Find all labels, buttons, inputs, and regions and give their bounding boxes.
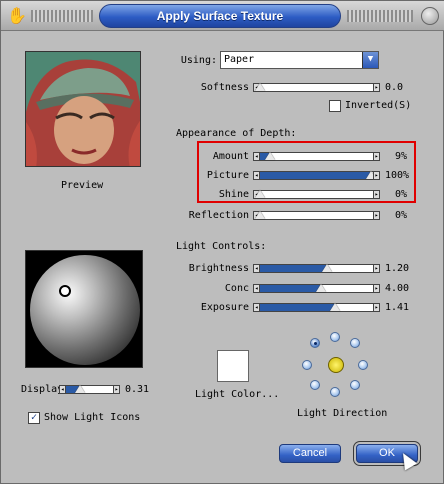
slider-right-arrow-icon[interactable]: ▸: [373, 211, 380, 220]
light-direction-button[interactable]: [330, 387, 340, 397]
light-direction-button[interactable]: [310, 338, 320, 348]
slider-right-arrow-icon[interactable]: ▸: [113, 385, 120, 394]
exposure-label: Exposure: [200, 302, 249, 313]
slider-left-arrow-icon[interactable]: ◂: [253, 303, 260, 312]
conc-label: Conc: [224, 283, 249, 294]
light-color-label[interactable]: Light Color...: [195, 389, 279, 400]
slider-right-arrow-icon[interactable]: ▸: [373, 83, 380, 92]
close-button[interactable]: [421, 7, 439, 25]
brightness-value: 1.20: [385, 263, 410, 274]
title-grip-right: [347, 10, 413, 22]
light-position-handle[interactable]: [59, 285, 71, 297]
slider-right-arrow-icon[interactable]: ▸: [373, 190, 380, 199]
hand-icon: ✋: [7, 6, 27, 25]
slider-fill: [260, 265, 327, 272]
light-direction-button[interactable]: [310, 380, 320, 390]
sphere-ball: [30, 255, 140, 365]
slider-thumb[interactable]: [255, 83, 265, 91]
light-direction-label: Light Direction: [297, 408, 388, 419]
shine-value: 0%: [395, 189, 408, 200]
slider-left-arrow-icon[interactable]: ◂: [253, 152, 260, 161]
inverted-checkbox[interactable]: [329, 100, 341, 112]
slider-left-arrow-icon[interactable]: ◂: [253, 284, 260, 293]
preview-portrait-icon: [26, 52, 140, 166]
light-sphere-preview[interactable]: [25, 250, 143, 368]
softness-slider[interactable]: ◂ ▸: [253, 83, 380, 92]
using-label: Using:: [180, 55, 217, 66]
light-direction-button[interactable]: [358, 360, 368, 370]
slider-left-arrow-icon[interactable]: ◂: [59, 385, 66, 394]
brightness-slider[interactable]: ◂ ▸: [253, 264, 380, 273]
conc-slider[interactable]: ◂ ▸: [253, 284, 380, 293]
slider-right-arrow-icon[interactable]: ▸: [373, 171, 380, 180]
slider-right-arrow-icon[interactable]: ▸: [373, 264, 380, 273]
light-direction-button[interactable]: [350, 380, 360, 390]
preview-label: Preview: [61, 180, 104, 191]
title-grip-left: [31, 10, 93, 22]
window-title: Apply Surface Texture: [99, 4, 341, 28]
shine-slider[interactable]: ◂ ▸: [253, 190, 380, 199]
title-bar[interactable]: ✋ Apply Surface Texture: [1, 1, 444, 31]
light-color-swatch[interactable]: [217, 350, 249, 382]
slider-thumb[interactable]: [74, 385, 85, 393]
using-select-value: Paper: [224, 54, 255, 65]
slider-left-arrow-icon[interactable]: ◂: [253, 171, 260, 180]
picture-value: 100%: [385, 170, 410, 181]
softness-value: 0.0: [385, 82, 404, 93]
light-direction-button[interactable]: [330, 332, 340, 342]
slider-thumb[interactable]: [321, 264, 332, 272]
show-light-icons-label[interactable]: Show Light Icons: [44, 412, 140, 423]
picture-label: Picture: [206, 170, 249, 181]
slider-fill: [260, 285, 322, 292]
depth-heading: Appearance of Depth:: [176, 128, 297, 139]
slider-thumb[interactable]: [255, 211, 265, 219]
slider-right-arrow-icon[interactable]: ▸: [373, 152, 380, 161]
display-slider[interactable]: ◂ ▸: [59, 385, 120, 394]
brightness-label: Brightness: [188, 263, 249, 274]
exposure-slider[interactable]: ◂ ▸: [253, 303, 380, 312]
slider-fill: [260, 304, 336, 311]
cancel-button[interactable]: Cancel: [279, 444, 341, 463]
display-label: Display: [21, 384, 64, 395]
slider-fill: [260, 172, 371, 179]
sun-icon: [328, 357, 344, 373]
slider-left-arrow-icon[interactable]: ◂: [253, 264, 260, 273]
slider-thumb[interactable]: [264, 152, 275, 160]
conc-value: 4.00: [385, 283, 410, 294]
exposure-value: 1.41: [385, 302, 410, 313]
slider-right-arrow-icon[interactable]: ▸: [373, 284, 380, 293]
reflection-label: Reflection: [188, 210, 249, 221]
apply-surface-texture-dialog: ✋ Apply Surface Texture Preview Using: P…: [0, 0, 444, 484]
amount-slider[interactable]: ◂ ▸: [253, 152, 380, 161]
using-select[interactable]: Paper ▼: [220, 51, 379, 69]
light-direction-button[interactable]: [350, 338, 360, 348]
picture-slider[interactable]: ◂ ▸: [253, 171, 380, 180]
display-value: 0.31: [125, 384, 150, 395]
reflection-slider[interactable]: ◂ ▸: [253, 211, 380, 220]
show-light-icons-checkbox[interactable]: ✓: [28, 412, 40, 424]
preview-image: [25, 51, 141, 167]
light-direction-button[interactable]: [302, 360, 312, 370]
chevron-down-icon[interactable]: ▼: [362, 52, 378, 68]
amount-value: 9%: [395, 151, 408, 162]
inverted-label[interactable]: Inverted(S): [345, 100, 411, 111]
amount-label: Amount: [212, 151, 249, 162]
slider-thumb[interactable]: [316, 284, 327, 292]
slider-thumb[interactable]: [330, 303, 341, 311]
slider-right-arrow-icon[interactable]: ▸: [373, 303, 380, 312]
shine-label: Shine: [218, 189, 249, 200]
softness-label: Softness: [200, 82, 249, 93]
light-heading: Light Controls:: [176, 241, 267, 252]
reflection-value: 0%: [395, 210, 408, 221]
slider-thumb[interactable]: [255, 190, 265, 198]
